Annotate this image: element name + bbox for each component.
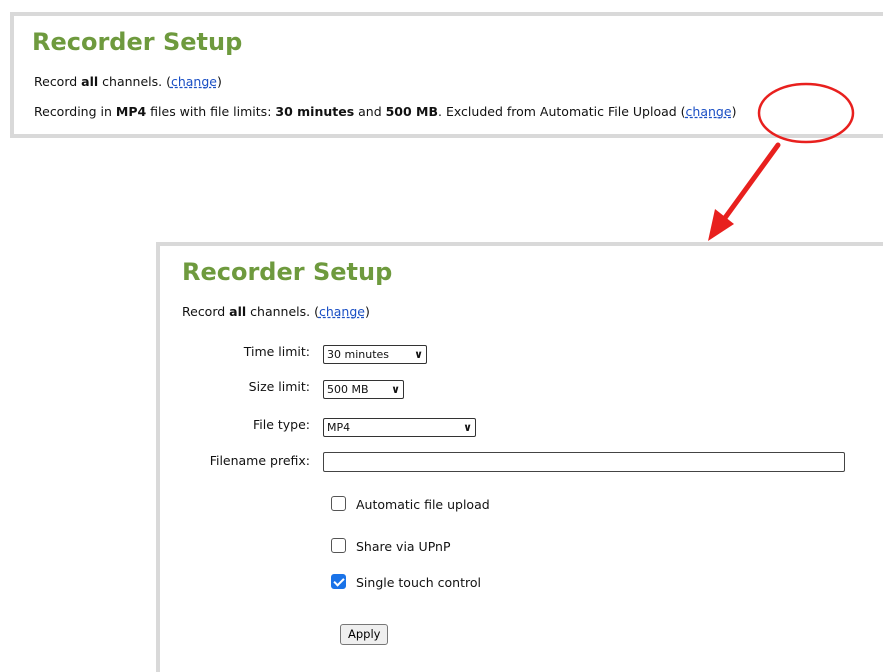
file-type-select[interactable]: MP4 ∨: [323, 418, 476, 437]
record-all-text: all: [229, 304, 247, 319]
rec-text-1: Recording in: [34, 104, 116, 119]
record-prefix-text: Record: [34, 74, 82, 89]
rec-text-3: and: [354, 104, 386, 119]
filename-prefix-label: Filename prefix:: [209, 453, 310, 468]
record-suffix-text: channels. (: [246, 304, 319, 319]
summary-recording-line: Recording in MP4 files with file limits:…: [34, 104, 736, 119]
rec-time-text: 30 minutes: [275, 104, 355, 119]
summary-record-line: Record all channels. (change): [34, 74, 222, 89]
record-all-text: all: [81, 74, 99, 89]
change-channels-link[interactable]: change: [319, 304, 365, 319]
summary-title: Recorder Setup: [32, 28, 243, 56]
change-channels-link[interactable]: change: [171, 74, 217, 89]
time-limit-select[interactable]: 30 minutes ∨: [323, 345, 427, 364]
chevron-down-icon: ∨: [463, 421, 472, 434]
record-close-text: ): [216, 74, 222, 89]
filename-prefix-input[interactable]: [323, 452, 845, 472]
record-close-text: ): [364, 304, 370, 319]
recorder-summary-panel: Recorder Setup Record all channels. (cha…: [10, 12, 883, 138]
rec-format-text: MP4: [115, 104, 147, 119]
single-touch-control-label: Single touch control: [356, 575, 481, 590]
change-recording-link[interactable]: change: [686, 104, 732, 119]
rec-text-4: . Excluded from Automatic File Upload (: [438, 104, 686, 119]
size-limit-value: 500 MB: [327, 383, 369, 396]
rec-size-text: 500 MB: [385, 104, 439, 119]
automatic-file-upload-label: Automatic file upload: [356, 497, 490, 512]
record-suffix-text: channels. (: [98, 74, 171, 89]
settings-record-line: Record all channels. (change): [182, 304, 370, 319]
rec-close-text: ): [731, 104, 737, 119]
chevron-down-icon: ∨: [391, 383, 400, 396]
settings-title: Recorder Setup: [182, 258, 393, 286]
recorder-settings-panel: Recorder Setup Record all channels. (cha…: [156, 242, 883, 672]
automatic-file-upload-checkbox[interactable]: [331, 496, 346, 511]
record-prefix-text: Record: [182, 304, 230, 319]
size-limit-select[interactable]: 500 MB ∨: [323, 380, 404, 399]
time-limit-label: Time limit:: [243, 344, 310, 359]
chevron-down-icon: ∨: [414, 348, 423, 361]
time-limit-value: 30 minutes: [327, 348, 390, 361]
annotation-arrow-head: [708, 209, 734, 241]
share-via-upnp-checkbox[interactable]: [331, 538, 346, 553]
file-type-label: File type:: [252, 417, 310, 432]
share-via-upnp-label: Share via UPnP: [356, 539, 451, 554]
size-limit-label: Size limit:: [248, 379, 310, 394]
apply-button[interactable]: Apply: [340, 624, 389, 645]
single-touch-control-checkbox[interactable]: [331, 574, 346, 589]
file-type-value: MP4: [327, 421, 351, 434]
rec-text-2: files with file limits:: [146, 104, 276, 119]
annotation-arrow-shaft: [719, 142, 781, 225]
